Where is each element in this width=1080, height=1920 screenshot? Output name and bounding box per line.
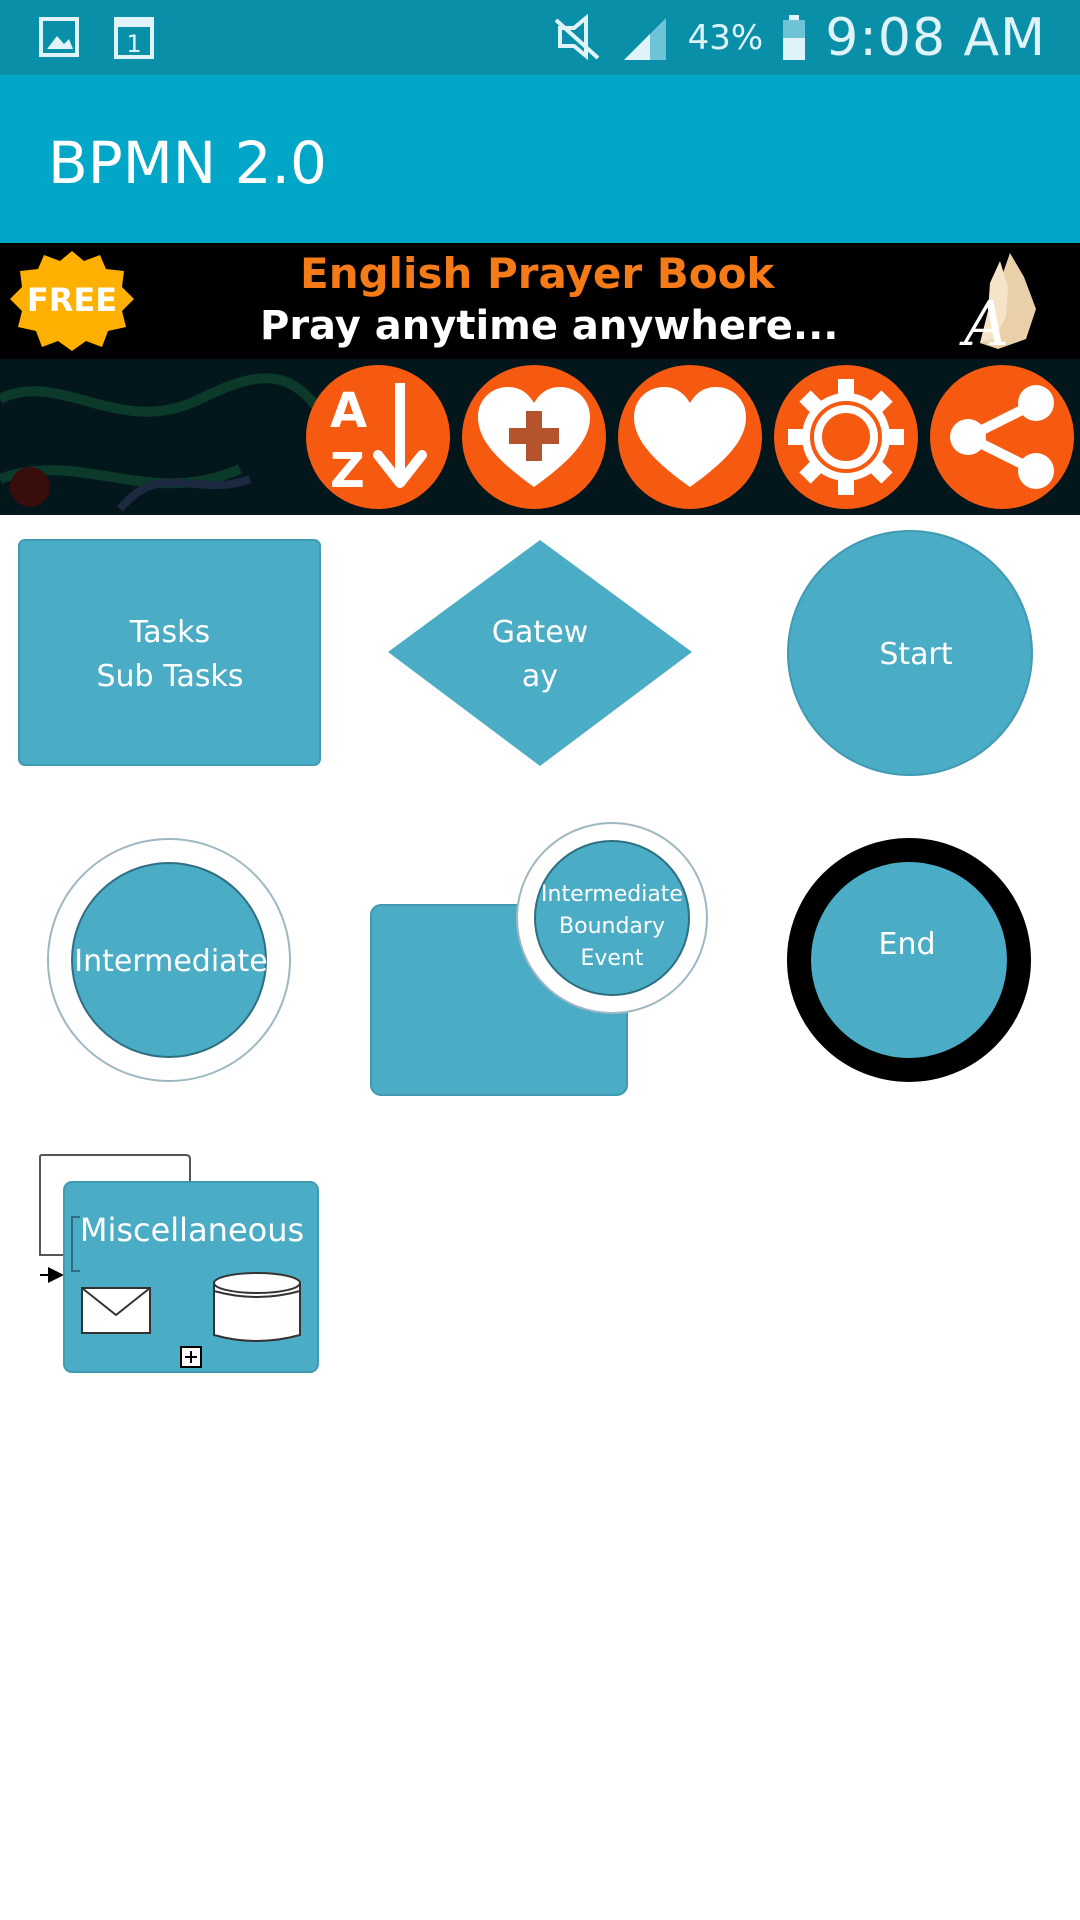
miscellaneous-shape[interactable]: Miscellaneous xyxy=(39,1154,319,1373)
svg-text:A: A xyxy=(959,287,1009,355)
praying-hands-icon: A xyxy=(959,253,1036,355)
sort-az-icon: A Z xyxy=(330,383,427,499)
clock: 9:08 AM xyxy=(825,8,1046,68)
gateway-label-line2: ay xyxy=(522,659,558,694)
signal-icon xyxy=(623,18,666,60)
share-button[interactable] xyxy=(930,365,1074,509)
sort-az-button[interactable]: A Z xyxy=(306,365,450,509)
settings-icon xyxy=(788,379,904,495)
mute-icon xyxy=(554,14,600,61)
toolbar: A Z xyxy=(0,359,1080,515)
start-label: Start xyxy=(879,637,953,672)
settings-button[interactable] xyxy=(774,365,918,509)
tasks-subtasks-shape[interactable]: Tasks Sub Tasks xyxy=(18,539,321,766)
gallery-icon xyxy=(39,17,79,57)
boundary-label-line3: Event xyxy=(580,946,643,971)
envelope-icon xyxy=(81,1287,151,1334)
boundary-label-line2: Boundary xyxy=(559,914,665,939)
sort-letter-a: A xyxy=(330,383,367,439)
intermediate-label: Intermediate xyxy=(74,944,268,979)
boundary-label-line1: Intermediate xyxy=(541,882,683,907)
tasks-label-line1: Tasks xyxy=(129,615,210,650)
gateway-label-line1: Gatew xyxy=(492,615,588,650)
end-label: End xyxy=(878,927,935,962)
battery-percent: 43% xyxy=(687,18,764,58)
app-bar: BPMN 2.0 xyxy=(0,75,1080,243)
free-badge-label: FREE xyxy=(26,281,118,319)
favorites-icon xyxy=(634,387,746,487)
data-store-icon xyxy=(213,1272,301,1342)
favorites-button[interactable] xyxy=(618,365,762,509)
ad-banner[interactable]: FREE English Prayer Book Pray anytime an… xyxy=(0,243,1080,359)
gateway-shape[interactable]: Gatew ay xyxy=(388,540,692,766)
battery-icon xyxy=(783,15,806,60)
share-icon xyxy=(950,385,1054,489)
end-event-shape[interactable]: End xyxy=(787,838,1031,1082)
intermediate-boundary-event-shape[interactable]: Intermediate Boundary Event xyxy=(370,822,708,1096)
svg-text:1: 1 xyxy=(126,30,141,58)
add-favorite-icon xyxy=(478,387,590,487)
start-event-shape[interactable]: Start xyxy=(787,530,1033,776)
app-title: BPMN 2.0 xyxy=(48,129,327,197)
misc-label: Miscellaneous xyxy=(80,1211,304,1249)
notification-icons: 1 xyxy=(38,14,168,66)
add-favorite-button[interactable] xyxy=(462,365,606,509)
ad-subtitle: Pray anytime anywhere... xyxy=(260,303,839,349)
ad-title: English Prayer Book xyxy=(300,249,775,298)
sort-letter-z: Z xyxy=(330,443,365,499)
status-bar: 1 43% 9:08 AM xyxy=(0,0,1080,75)
calendar-icon: 1 xyxy=(114,17,154,59)
tasks-label-line2: Sub Tasks xyxy=(96,659,243,694)
intermediate-event-shape[interactable]: Intermediate xyxy=(47,838,291,1082)
bpmn-shapes-grid: Tasks Sub Tasks Gatew ay Start Intermedi… xyxy=(18,530,1033,1373)
subprocess-marker-icon xyxy=(180,1346,202,1368)
